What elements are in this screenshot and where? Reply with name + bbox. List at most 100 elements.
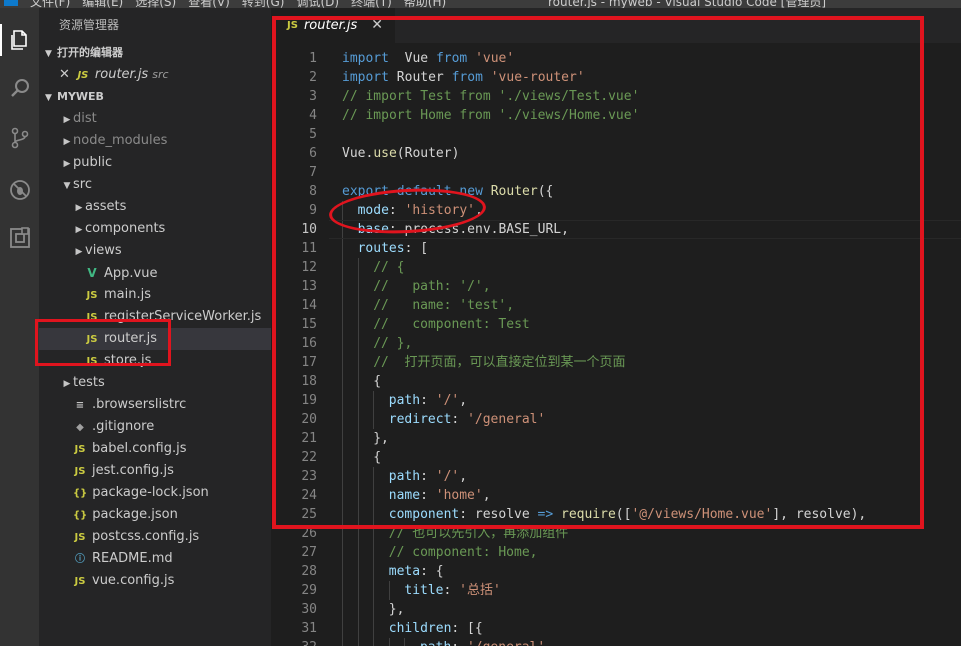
tree-item-node-modules[interactable]: ▶ node_modules: [39, 130, 271, 152]
chevron-right-icon: ▶: [63, 159, 71, 169]
close-icon[interactable]: ✕: [371, 17, 383, 33]
extensions-icon[interactable]: [0, 216, 39, 260]
open-editor-item[interactable]: ✕ JS router.js src: [39, 64, 271, 86]
code-text: Vue.use(Router): [342, 144, 459, 163]
indent-guide: [342, 410, 358, 429]
indent-guide: [357, 429, 374, 448]
line-number: 27: [301, 545, 317, 560]
code-line: 25 component: resolve => require(['@/view…: [271, 505, 961, 524]
tree-item-label: .gitignore: [92, 419, 155, 434]
tree-item-package-lock-json[interactable]: {} package-lock.json: [39, 482, 271, 504]
code-text: meta: {: [342, 562, 444, 581]
code-line: 20 redirect: '/general': [271, 410, 961, 429]
indent-guide: [342, 467, 358, 486]
tree-item-dist[interactable]: ▶ dist: [39, 108, 271, 130]
project-label: MYWEB: [57, 90, 104, 103]
tree-item-readme-md[interactable]: ⓘ README.md: [39, 548, 271, 570]
menu-item[interactable]: 文件(F): [30, 0, 70, 8]
code-token: 'vue': [475, 51, 515, 66]
menu-item[interactable]: 编辑(E): [82, 0, 123, 8]
indent-guide: [342, 600, 358, 619]
explorer-icon[interactable]: [0, 18, 39, 62]
indent-guide: [357, 600, 374, 619]
code-text: // 也可以先引入，再添加组件: [342, 524, 568, 543]
code-text: children: [{: [342, 619, 483, 638]
chevron-right-icon: ▶: [63, 379, 71, 389]
indent-guide: [357, 315, 374, 334]
tree-item-router-js[interactable]: JS router.js: [39, 328, 271, 350]
tree-item-tests[interactable]: ▶ tests: [39, 372, 271, 394]
indent-guide: [357, 562, 374, 581]
open-editors-header[interactable]: ▼ 打开的编辑器: [39, 42, 271, 64]
code-token: :: [451, 412, 468, 427]
code-token: ], resolve),: [772, 507, 867, 522]
explorer-sidebar: 资源管理器 ▼ 打开的编辑器 ✕ JS router.js src ▼ MYWEB ▶ di…: [39, 8, 271, 646]
code-token: // 也可以先引入，再添加组件: [388, 526, 569, 541]
code-line: 26 // 也可以先引入，再添加组件: [271, 524, 961, 543]
code-token: // path: '/',: [373, 279, 491, 294]
menu-item[interactable]: 转到(G): [242, 0, 285, 8]
line-number: 13: [301, 279, 317, 294]
indent-guide: [357, 505, 374, 524]
tree-item-label: postcss.config.js: [92, 529, 200, 544]
project-header[interactable]: ▼ MYWEB: [39, 86, 271, 108]
line-number: 26: [301, 526, 317, 541]
source-control-icon[interactable]: [0, 116, 39, 160]
tree-item-components[interactable]: ▶ components: [39, 218, 271, 240]
js-file-icon: JS: [74, 532, 86, 543]
search-icon[interactable]: [0, 66, 39, 110]
git-icon: ◆: [76, 422, 84, 433]
menu-bar[interactable]: 文件(F) 编辑(E) 选择(S) 查看(V) 转到(G) 调试(D) 终端(T) 帮助(H): [30, 0, 458, 8]
code-token: title: [404, 583, 444, 598]
json-file-icon: {}: [73, 488, 88, 499]
indent-guide: [342, 429, 358, 448]
tree-item-babel-config-js[interactable]: JS babel.config.js: [39, 438, 271, 460]
code-line: 27 // component: Home,: [271, 543, 961, 562]
indent-guide: [373, 638, 389, 646]
menu-item[interactable]: 调试(D): [296, 0, 339, 8]
menu-item[interactable]: 终端(T): [351, 0, 392, 8]
menu-item[interactable]: 选择(S): [135, 0, 176, 8]
tree-item-assets[interactable]: ▶ assets: [39, 196, 271, 218]
menu-item[interactable]: 查看(V): [188, 0, 230, 8]
menu-item[interactable]: 帮助(H): [404, 0, 446, 8]
close-icon[interactable]: ✕: [59, 67, 70, 82]
line-number: 12: [301, 260, 317, 275]
tree-item-app-vue[interactable]: V App.vue: [39, 262, 271, 284]
code-text: },: [342, 600, 404, 619]
indent-guide: [342, 524, 358, 543]
code-text: import Router from 'vue-router': [342, 68, 585, 87]
tree-item-label: package.json: [92, 507, 178, 522]
tree-item-postcss-config-js[interactable]: JS postcss.config.js: [39, 526, 271, 548]
tree-item-src[interactable]: ▼ src: [39, 174, 271, 196]
tree-item-public[interactable]: ▶ public: [39, 152, 271, 174]
config-file-icon: ≡: [75, 400, 85, 411]
tree-item-package-json[interactable]: {} package.json: [39, 504, 271, 526]
tree-item-gitignore[interactable]: ◆ .gitignore: [39, 416, 271, 438]
code-token: :: [420, 469, 436, 484]
debug-icon[interactable]: [0, 168, 39, 212]
tree-item-vue-config-js[interactable]: JS vue.config.js: [39, 570, 271, 592]
code-token: path: [388, 393, 421, 408]
indent-guide: [357, 391, 374, 410]
code-line: 3 // import Test from './views/Test.vue': [271, 87, 961, 106]
code-view[interactable]: 1 import Vue from 'vue' 2 import Router fro…: [271, 49, 961, 646]
tab-router-js[interactable]: JS router.js ✕: [271, 8, 395, 43]
code-token: ,: [482, 488, 491, 503]
indent-guide: [357, 277, 374, 296]
tree-item-jest-config-js[interactable]: JS jest.config.js: [39, 460, 271, 482]
code-token: name: [388, 488, 421, 503]
tree-item-main-js[interactable]: JS main.js: [39, 284, 271, 306]
line-number: 28: [301, 564, 317, 579]
indent-guide: [357, 410, 374, 429]
indent-guide: [342, 562, 358, 581]
tree-item-label: .browserslistrc: [92, 397, 187, 412]
tree-item-browserslistrc[interactable]: ≡ .browserslistrc: [39, 394, 271, 416]
tree-item-store-js[interactable]: JS store.js: [39, 350, 271, 372]
tree-item-views[interactable]: ▶ views: [39, 240, 271, 262]
code-text: {: [342, 448, 381, 467]
tree-item-registerserviceworker-js[interactable]: JS registerServiceWorker.js: [39, 306, 271, 328]
code-token: ,: [475, 203, 483, 218]
code-line: 23 path: '/',: [271, 467, 961, 486]
indent-guide: [388, 638, 405, 646]
